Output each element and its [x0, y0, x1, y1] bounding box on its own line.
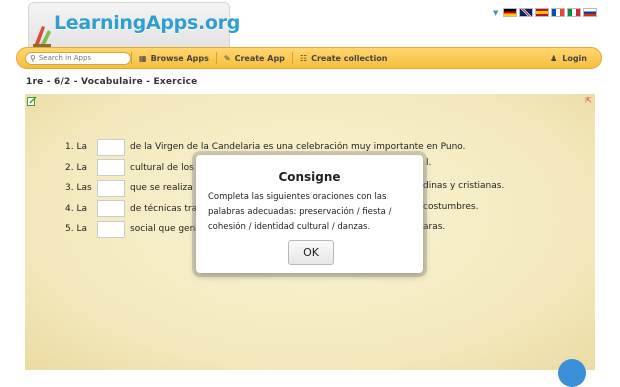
browse-apps-button[interactable]: ▦ Browse Apps	[131, 52, 216, 64]
login-button[interactable]: ♟ Login	[550, 54, 587, 63]
french-flag-icon[interactable]	[551, 8, 566, 17]
answer-blank-1[interactable]	[97, 138, 125, 156]
italian-flag-icon[interactable]	[567, 8, 582, 17]
browse-apps-label: Browse Apps	[150, 53, 209, 63]
dropdown-arrow-icon: ▼	[493, 8, 499, 17]
grid-icon: ▦	[139, 53, 147, 63]
edit-icon[interactable]	[27, 96, 37, 106]
sentence-text: cultural de los l	[130, 162, 200, 173]
uk-flag-icon[interactable]	[519, 8, 534, 17]
sentence-number: 3. Las	[65, 183, 92, 194]
search-input[interactable]	[35, 54, 119, 62]
sentence-text: social que gene	[130, 224, 201, 235]
collection-icon: ☷	[299, 53, 308, 63]
breadcrumb: 1re - 6/2 - Vocabulaire - Exercice	[26, 77, 198, 87]
sentence-2-tail: l.	[426, 158, 432, 168]
login-label: Login	[562, 53, 587, 63]
ok-button[interactable]: OK	[288, 240, 334, 265]
sentence-number: 5. La	[65, 224, 87, 235]
dialog-body: Completa las siguientes oraciones con la…	[208, 192, 392, 232]
create-app-label: Create App	[234, 53, 285, 63]
sentence-3-tail: dinas y cristianas.	[423, 181, 505, 191]
create-app-button[interactable]: ✎ Create App	[215, 52, 292, 64]
sentence-text: que se realiza	[130, 183, 193, 194]
answer-blank-5[interactable]	[97, 220, 125, 238]
user-icon: ♟	[550, 53, 558, 63]
russian-flag-icon[interactable]	[583, 8, 598, 17]
sentence-number: 1. La	[65, 142, 87, 153]
create-collection-button[interactable]: ☷ Create collection	[291, 52, 395, 64]
sentence-number: 4. La	[65, 203, 87, 214]
sentence-text: de técnicas trad	[130, 203, 203, 214]
logo-mark-icon	[33, 26, 51, 47]
dialog-title: Consigne	[278, 170, 341, 184]
help-fab-button[interactable]	[558, 359, 586, 387]
instruction-dialog: Consigne Completa las siguientes oracion…	[196, 155, 423, 273]
answer-blank-3[interactable]	[97, 179, 125, 197]
sentence-4-tail: costumbres.	[423, 202, 479, 212]
spanish-flag-icon[interactable]	[535, 8, 550, 17]
search-box[interactable]: ⚲	[25, 51, 131, 65]
logo[interactable]: LearningApps.org	[28, 2, 248, 51]
sentence-number: 2. La	[65, 162, 87, 173]
main-navbar: ⚲ ▦ Browse Apps ✎ Create App ☷ Create co…	[16, 47, 602, 69]
answer-blank-4[interactable]	[97, 200, 125, 218]
logo-text: LearningApps.org	[54, 12, 241, 34]
answer-blank-2[interactable]	[97, 159, 125, 177]
sentence-text: de la Virgen de la Candelaria es una cel…	[130, 142, 466, 153]
sentence-5-tail: aras.	[423, 222, 446, 232]
pencil-icon: ✎	[223, 53, 231, 63]
german-flag-icon[interactable]	[503, 8, 518, 17]
fullscreen-icon[interactable]: ⇱	[585, 96, 592, 105]
language-selector[interactable]: ▼	[493, 8, 598, 17]
create-collection-label: Create collection	[311, 53, 388, 63]
